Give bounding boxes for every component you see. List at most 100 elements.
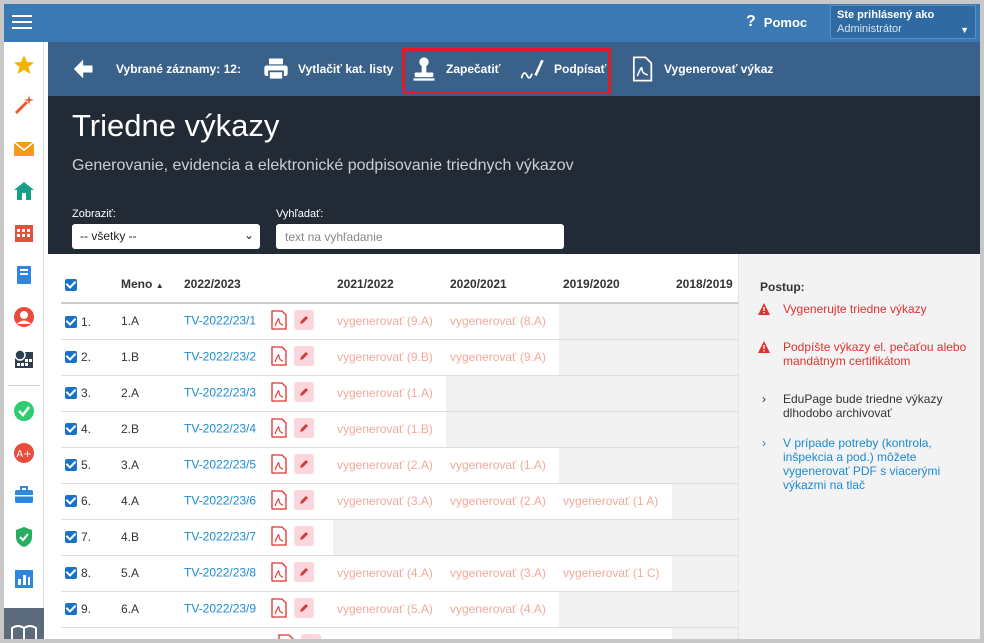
generate-link[interactable]: vygenerovať (1.A): [337, 386, 433, 400]
pdf-icon[interactable]: [277, 633, 295, 639]
generate-cell[interactable]: vygenerovať (9.A): [333, 303, 446, 340]
step-link[interactable]: › V prípade potreby (kontrola, inšpekcia…: [757, 436, 977, 492]
document-link[interactable]: TV-2022/23/1: [184, 313, 256, 327]
generate-cell[interactable]: vygenerovať (1 C): [559, 555, 672, 592]
row-select[interactable]: 9.: [61, 591, 117, 628]
table-row[interactable]: 9. 6.A TV-2022/23/9 vygenerovať (5.A) vygene…: [61, 591, 738, 628]
generate-link[interactable]: vygenerovať (9.A): [450, 350, 546, 364]
edit-pen-icon[interactable]: [294, 597, 315, 618]
generate-link[interactable]: vygenerovať (1.B): [563, 638, 659, 639]
generate-cell[interactable]: vygenerovať (3.A): [446, 555, 559, 592]
table-row[interactable]: 5. 3.A TV-2022/23/5 vygenerovať (2.A) vygene…: [61, 447, 738, 484]
generate-cell[interactable]: vygenerovať (1 A): [559, 483, 672, 520]
briefcase-icon[interactable]: [4, 480, 44, 510]
document-link[interactable]: TV-2022/23/8: [184, 565, 256, 579]
generate-link[interactable]: vygenerovať (1 C): [563, 566, 660, 580]
checkbox-checked-icon[interactable]: [65, 351, 77, 364]
generate-link[interactable]: vygenerovať (9.B): [337, 350, 433, 364]
chart-icon[interactable]: [4, 564, 44, 594]
generate-link[interactable]: vygenerovať (3.A): [450, 566, 546, 580]
edit-pen-icon[interactable]: [294, 489, 315, 510]
pdf-icon[interactable]: [270, 597, 288, 621]
generate-cell[interactable]: vygenerovať (2.A): [333, 447, 446, 484]
table-row[interactable]: 4. 2.B TV-2022/23/4 vygenerovať (1.B): [61, 411, 738, 448]
star-icon[interactable]: [4, 50, 44, 80]
row-select[interactable]: 2.: [61, 339, 117, 376]
checkbox-checked-icon[interactable]: [65, 459, 77, 472]
column-header-name[interactable]: Meno ▲: [117, 266, 180, 304]
table-row[interactable]: 3. 2.A TV-2022/23/3 vygenerovať (1.A): [61, 375, 738, 412]
timetable-icon[interactable]: [4, 344, 44, 374]
generate-cell[interactable]: vygenerovať (1.B): [559, 627, 672, 639]
pdf-icon[interactable]: [270, 310, 288, 333]
shield-icon[interactable]: [4, 522, 44, 552]
checkbox-checked-icon[interactable]: [65, 531, 77, 544]
row-select[interactable]: 3.: [61, 375, 117, 412]
magic-wand-icon[interactable]: [4, 90, 44, 120]
pdf-icon[interactable]: [270, 561, 288, 585]
edit-pen-icon[interactable]: [294, 381, 315, 402]
library-icon[interactable]: [4, 608, 44, 639]
select-all-checkbox[interactable]: [61, 266, 117, 304]
generate-link[interactable]: vygenerovať (3.A): [337, 494, 433, 508]
checkbox-checked-icon[interactable]: [65, 387, 77, 400]
generate-button[interactable]: Vygenerovať výkaz: [628, 42, 773, 96]
filter-select[interactable]: -- všetky -- ⌄: [72, 224, 260, 249]
generate-link[interactable]: vygenerovať (6.A): [337, 638, 433, 639]
generate-cell[interactable]: vygenerovať (8.A): [446, 303, 559, 340]
checkbox-checked-icon[interactable]: [65, 423, 77, 436]
checkbox-checked-icon[interactable]: [65, 603, 77, 616]
document-link[interactable]: TV-2022/23/7: [184, 529, 256, 543]
generate-cell[interactable]: vygenerovať (4.A): [446, 591, 559, 628]
row-select[interactable]: 6.: [61, 483, 117, 520]
document-link[interactable]: TV-2022/23/3: [184, 385, 256, 399]
book-icon[interactable]: [4, 260, 44, 290]
table-row[interactable]: 8. 5.A TV-2022/23/8 vygenerovať (4.A) vygene…: [61, 555, 738, 592]
row-select[interactable]: 4.: [61, 411, 117, 448]
generate-cell[interactable]: vygenerovať (6.A): [333, 627, 446, 639]
checkbox-checked-icon[interactable]: [65, 567, 77, 580]
checkbox-checked-icon[interactable]: [65, 639, 77, 643]
document-link[interactable]: TV-2022/23/5: [184, 457, 256, 471]
pdf-icon[interactable]: [270, 381, 288, 405]
generate-cell[interactable]: vygenerovať (4.A): [333, 555, 446, 592]
document-link[interactable]: TV-2022/23/2: [184, 349, 256, 363]
edit-pen-icon[interactable]: [294, 561, 315, 582]
edit-pen-icon[interactable]: [294, 345, 315, 366]
back-button[interactable]: [68, 42, 96, 96]
document-link[interactable]: TV-2022/23/9: [184, 601, 256, 615]
generate-cell[interactable]: vygenerovať (5.A): [333, 591, 446, 628]
check-icon[interactable]: [4, 396, 44, 426]
generate-cell[interactable]: vygenerovať (1.A): [446, 447, 559, 484]
table-row[interactable]: 7. 4.B TV-2022/23/7: [61, 519, 738, 556]
generate-link[interactable]: vygenerovať (1.A): [450, 458, 546, 472]
generate-cell[interactable]: vygenerovať (5.A): [446, 627, 559, 639]
calendar-icon[interactable]: [4, 218, 44, 248]
menu-icon[interactable]: [12, 15, 32, 31]
generate-cell[interactable]: vygenerovať (9.B): [333, 339, 446, 376]
home-icon[interactable]: [4, 176, 44, 206]
edit-pen-icon[interactable]: [294, 309, 315, 330]
generate-link[interactable]: vygenerovať (9.A): [337, 314, 433, 328]
generate-cell[interactable]: vygenerovať (1.B): [333, 411, 446, 448]
pdf-icon[interactable]: [270, 489, 288, 513]
generate-cell[interactable]: vygenerovať (9.A): [446, 339, 559, 376]
generate-link[interactable]: vygenerovať (1 A): [563, 494, 658, 508]
search-input[interactable]: text na vyhľadanie: [276, 224, 564, 249]
generate-link[interactable]: vygenerovať (8.A): [450, 314, 546, 328]
generate-link[interactable]: vygenerovať (2.A): [337, 458, 433, 472]
pdf-icon[interactable]: [270, 345, 288, 369]
edit-pen-icon[interactable]: [300, 633, 321, 639]
pdf-icon[interactable]: [270, 453, 288, 477]
generate-cell[interactable]: vygenerovať (1.A): [333, 375, 446, 412]
table-row[interactable]: 1. 1.A TV-2022/23/1 vygenerovať (9.A) vygene…: [61, 303, 738, 340]
row-select[interactable]: 8.: [61, 555, 117, 592]
edit-pen-icon[interactable]: [294, 525, 315, 546]
generate-link[interactable]: vygenerovať (4.A): [450, 602, 546, 616]
generate-link[interactable]: vygenerovať (5.A): [337, 602, 433, 616]
help-button[interactable]: ? Pomoc: [746, 13, 807, 31]
edit-pen-icon[interactable]: [294, 417, 315, 438]
grade-icon[interactable]: A+: [4, 438, 44, 468]
generate-cell[interactable]: vygenerovať (3.A): [333, 483, 446, 520]
table-row[interactable]: 6. 4.A TV-2022/23/6 vygenerovať (3.A) vygene…: [61, 483, 738, 520]
